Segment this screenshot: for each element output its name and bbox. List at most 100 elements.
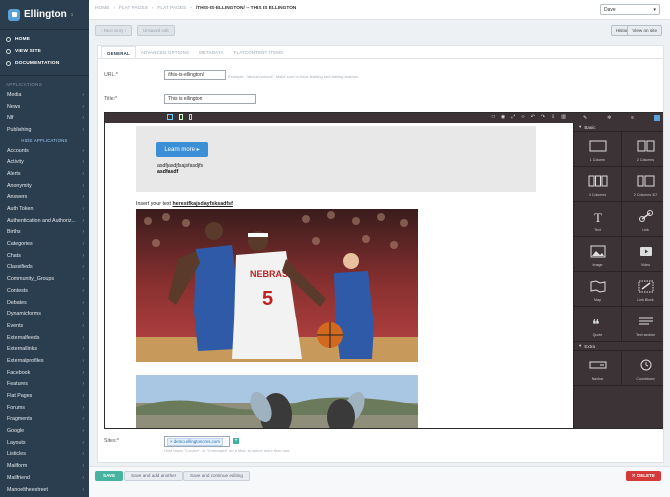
sites-row: Sites:* × demo.ellingtoncms.com + Hold d…: [104, 436, 291, 453]
tablet-icon[interactable]: [179, 114, 183, 120]
undo-icon[interactable]: ↶: [531, 114, 535, 120]
extra-category[interactable]: ▾ Extra: [574, 342, 663, 351]
view-on-site-button[interactable]: View on site: [627, 25, 662, 36]
breadcrumb-flat-pages-model[interactable]: FLAT PAGES: [157, 6, 186, 11]
sidebar-item-debates[interactable]: Debates ›: [0, 297, 89, 309]
block-map[interactable]: Map: [574, 272, 622, 307]
hide-applications-link[interactable]: HIDE APPLICATIONS: [0, 136, 89, 145]
block-quote[interactable]: ❝ Quote: [574, 307, 622, 342]
mobile-icon[interactable]: [189, 114, 192, 120]
sidebar-item-nlf[interactable]: Nlf ›: [0, 112, 89, 124]
logo[interactable]: Ellington 3: [0, 0, 89, 30]
sidebar-item-features[interactable]: Features ›: [0, 379, 89, 391]
sidebar-item-classifieds[interactable]: Classifieds ›: [0, 262, 89, 274]
tab-advanced-options[interactable]: ADVANCED OPTIONS: [136, 46, 194, 58]
import-icon[interactable]: ⇩: [551, 114, 555, 120]
sidebar-item-flat-pages[interactable]: Flat Pages ›: [0, 390, 89, 402]
fullscreen-icon[interactable]: ⤢: [511, 114, 515, 120]
sidebar-item-listicles[interactable]: Listicles ›: [0, 449, 89, 461]
site-chip[interactable]: × demo.ellingtoncms.com: [167, 438, 223, 446]
sidebar-item-authentication-and-authoriz[interactable]: Authentication and Authoriz... ›: [0, 215, 89, 227]
sidebar-item-publishing[interactable]: Publishing ›: [0, 124, 89, 136]
title-input[interactable]: This is ellington: [164, 94, 256, 104]
sidebar-item-births[interactable]: Births ›: [0, 227, 89, 239]
prev-next-button[interactable]: ‹ Next story ›: [95, 25, 133, 36]
basketball-photo[interactable]: NEBRASKA 5: [136, 209, 418, 362]
redo-icon[interactable]: ↷: [541, 114, 545, 120]
sidebar-item-community-groups[interactable]: Community_Groups ›: [0, 273, 89, 285]
documentation-link[interactable]: DOCUMENTATION: [0, 57, 89, 69]
unsaved-edit-button[interactable]: Unsaved edit: [137, 25, 175, 36]
block-text-section[interactable]: Text section: [622, 307, 663, 342]
block-navbar[interactable]: Navbar: [574, 351, 622, 386]
trash-icon[interactable]: ▥: [561, 114, 566, 120]
sidebar-item-chats[interactable]: Chats ›: [0, 250, 89, 262]
sidebar-item-fragments[interactable]: Fragments ›: [0, 414, 89, 426]
basic-category[interactable]: ▾ Basic: [574, 123, 663, 132]
block-1-column[interactable]: 1 Column: [574, 132, 622, 167]
sidebar-item-media[interactable]: Media ›: [0, 89, 89, 101]
sidebar-item-manoeltheestreet[interactable]: Manoeltheestreet ›: [0, 484, 89, 496]
sidebar-item-categories[interactable]: Categories ›: [0, 238, 89, 250]
text-block[interactable]: Insert your text herestfkajsdayfsksadfsf: [136, 201, 233, 207]
sidebar-item-contests[interactable]: Contests ›: [0, 285, 89, 297]
sidebar-item-answers[interactable]: Answers ›: [0, 192, 89, 204]
sidebar-item-events[interactable]: Events ›: [0, 320, 89, 332]
home-link[interactable]: HOME: [0, 33, 89, 45]
block-text[interactable]: T Text: [574, 202, 622, 237]
save-continue-button[interactable]: Save and continue editing: [183, 471, 250, 481]
block-link-block[interactable]: Link Block: [622, 272, 663, 307]
layers-icon[interactable]: ≡: [631, 115, 634, 121]
sidebar-item-accounts[interactable]: Accounts ›: [0, 145, 89, 157]
user-select[interactable]: Dave ▾: [600, 4, 660, 15]
sidebar-item-externalfeeds[interactable]: Externalfeeds ›: [0, 332, 89, 344]
blocks-icon[interactable]: [654, 115, 660, 121]
tab-flatcontent-items[interactable]: FLATCONTENT ITEMS: [229, 46, 289, 58]
block-link[interactable]: Link: [622, 202, 663, 237]
hero-subtext[interactable]: asdfasdf: [157, 169, 178, 175]
delete-button[interactable]: ✕ DELETE: [625, 471, 661, 481]
second-photo[interactable]: [136, 375, 418, 428]
desktop-icon[interactable]: [167, 114, 173, 120]
block-3-columns[interactable]: 3 Columns: [574, 167, 622, 202]
block-video[interactable]: Video: [622, 237, 663, 272]
sidebar-item-google[interactable]: Google ›: [0, 425, 89, 437]
gear-icon[interactable]: ✲: [607, 115, 611, 121]
sidebar-item-anonymity[interactable]: Anonymity ›: [0, 180, 89, 192]
block-2-columns[interactable]: 2 Columns: [622, 132, 663, 167]
sidebar-item-mailfriend[interactable]: Mailfriend ›: [0, 472, 89, 484]
tab-metadata[interactable]: METADATA: [194, 46, 229, 58]
breadcrumb-flat-pages[interactable]: FLAT PAGES: [119, 6, 148, 11]
sidebar-item-forums[interactable]: Forums ›: [0, 402, 89, 414]
save-add-another-button[interactable]: Save and add another: [124, 471, 184, 481]
hero-block[interactable]: Learn more ▸ asdfjasdjfsajsfasdjfs asdfa…: [136, 126, 536, 192]
sidebar-item-externallinks[interactable]: Externallinks ›: [0, 343, 89, 355]
sidebar-item-layouts[interactable]: Layouts ›: [0, 437, 89, 449]
sidebar-item-externalprofiles[interactable]: Externalprofiles ›: [0, 355, 89, 367]
learn-more-button[interactable]: Learn more ▸: [156, 142, 208, 157]
block-countdown[interactable]: Countdown: [622, 351, 663, 386]
sidebar-item-mailform[interactable]: Mailform ›: [0, 460, 89, 472]
square-icon[interactable]: □: [492, 114, 495, 120]
code-icon[interactable]: ‹›: [521, 114, 524, 120]
brush-icon[interactable]: ✎: [583, 115, 587, 121]
chevron-right-icon: ›: [82, 416, 84, 423]
eye-icon[interactable]: ◉: [501, 114, 505, 120]
chevron-right-icon: ›: [82, 439, 84, 446]
breadcrumb-home[interactable]: HOME: [95, 6, 109, 11]
sidebar-item-auth-token[interactable]: Auth Token ›: [0, 203, 89, 215]
save-button[interactable]: SAVE: [95, 471, 124, 481]
view-site-link[interactable]: VIEW SITE: [0, 45, 89, 57]
url-input[interactable]: /this-is-ellington/: [164, 70, 226, 80]
sidebar-item-alerts[interactable]: Alerts ›: [0, 168, 89, 180]
sites-select[interactable]: × demo.ellingtoncms.com: [164, 436, 230, 447]
block-2-columns-3-7[interactable]: 2 Columns 3/7: [622, 167, 663, 202]
sidebar-item-news[interactable]: News ›: [0, 101, 89, 113]
sidebar-item-facebook[interactable]: Facebook ›: [0, 367, 89, 379]
tab-general[interactable]: GENERAL: [101, 46, 136, 58]
builder-canvas[interactable]: Learn more ▸ asdfjasdjfsajsfasdjfs asdfa…: [105, 123, 575, 428]
add-site-icon[interactable]: +: [233, 438, 239, 444]
sidebar-item-activity[interactable]: Activity ›: [0, 156, 89, 168]
block-image[interactable]: Image: [574, 237, 622, 272]
sidebar-item-dynamicforms[interactable]: Dynamicforms ›: [0, 308, 89, 320]
